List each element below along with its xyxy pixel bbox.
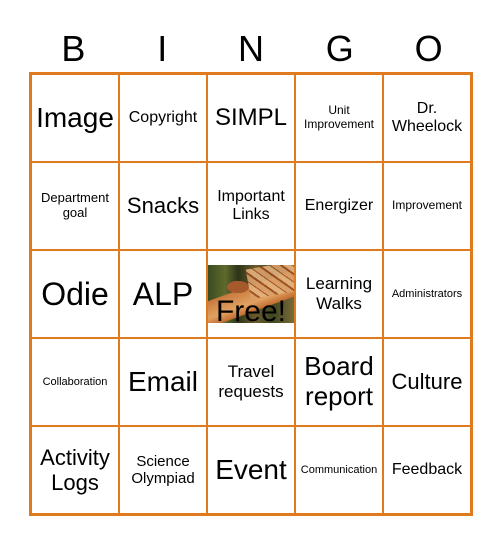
bingo-cell[interactable]: Dr. Wheelock: [383, 74, 471, 162]
bingo-cell[interactable]: Board report: [295, 338, 383, 426]
bingo-header: B I N G O: [29, 26, 473, 72]
header-letter-b: B: [61, 28, 86, 69]
bingo-cell[interactable]: Learning Walks: [295, 250, 383, 338]
bingo-cell[interactable]: Administrators: [383, 250, 471, 338]
bingo-cell[interactable]: ALP: [119, 250, 207, 338]
bingo-cell[interactable]: Department goal: [31, 162, 119, 250]
bingo-cell[interactable]: Travel requests: [207, 338, 295, 426]
bingo-cell[interactable]: Copyright: [119, 74, 207, 162]
header-letter-o: O: [414, 28, 443, 69]
bingo-cell[interactable]: Energizer: [295, 162, 383, 250]
bingo-cell[interactable]: Image: [31, 74, 119, 162]
bingo-cell[interactable]: Culture: [383, 338, 471, 426]
bingo-cell[interactable]: Communication: [295, 426, 383, 514]
giraffe-image: Free!: [208, 265, 294, 323]
header-letter-g: G: [325, 28, 354, 69]
bingo-cell[interactable]: SIMPL: [207, 74, 295, 162]
bingo-cell[interactable]: Activity Logs: [31, 426, 119, 514]
bingo-cell[interactable]: Snacks: [119, 162, 207, 250]
free-space-cell[interactable]: Free!: [207, 250, 295, 338]
bingo-cell[interactable]: Event: [207, 426, 295, 514]
header-letter-i: I: [157, 28, 168, 69]
bingo-cell[interactable]: Odie: [31, 250, 119, 338]
bingo-cell[interactable]: Science Olympiad: [119, 426, 207, 514]
bingo-cell[interactable]: Important Links: [207, 162, 295, 250]
bingo-cell[interactable]: Improvement: [383, 162, 471, 250]
bingo-board: Image Copyright SIMPL Unit Improvement D…: [29, 72, 473, 516]
bingo-cell[interactable]: Collaboration: [31, 338, 119, 426]
bingo-cell[interactable]: Email: [119, 338, 207, 426]
header-letter-n: N: [237, 28, 264, 69]
bingo-cell[interactable]: Feedback: [383, 426, 471, 514]
bingo-cell[interactable]: Unit Improvement: [295, 74, 383, 162]
free-label: Free!: [215, 294, 287, 324]
